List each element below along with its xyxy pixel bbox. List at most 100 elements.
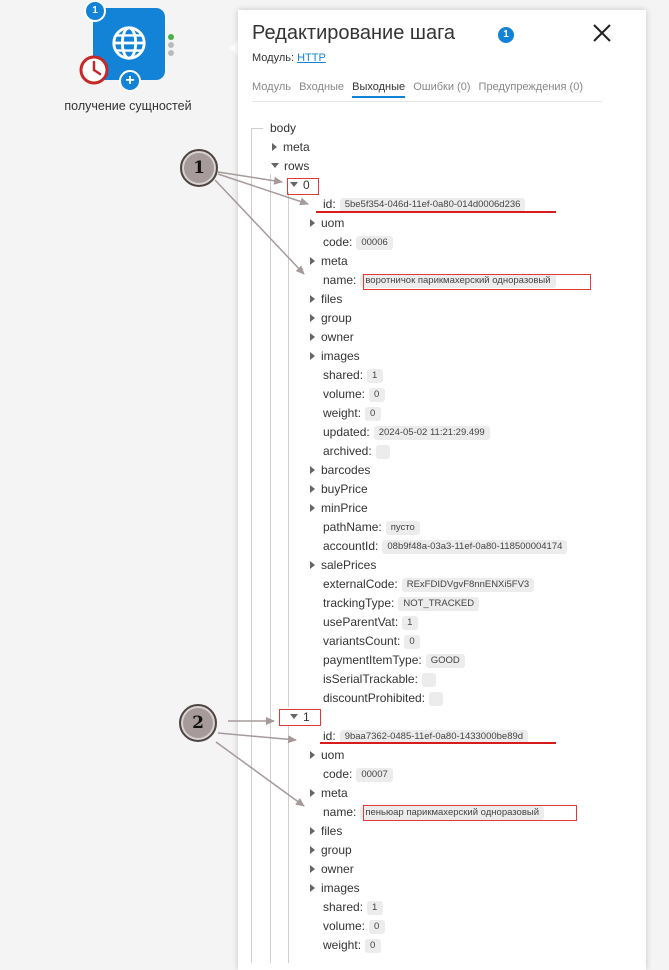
collapse-arrow-icon[interactable] <box>271 163 279 169</box>
tree-field[interactable]: group <box>310 841 352 859</box>
tree-field[interactable]: uom <box>310 746 344 764</box>
tree-field: volume: 0 <box>323 385 386 403</box>
field-key: buyPrice <box>321 482 368 496</box>
tree-node-rows[interactable]: rows <box>271 157 309 175</box>
field-key: updated: <box>323 425 370 439</box>
tab-warnings[interactable]: Предупреждения (0) <box>479 81 583 96</box>
tree-field: shared: 1 <box>323 898 384 916</box>
expand-arrow-icon[interactable] <box>310 465 315 474</box>
field-key: weight: <box>323 406 362 420</box>
field-key: name: <box>323 805 357 819</box>
tree-field[interactable]: uom <box>310 214 344 232</box>
tree-field: code: 00006 <box>323 233 393 251</box>
node-counter-badge: 1 <box>84 0 106 22</box>
tree-field: updated: 2024-05-02 11:21:29.499 <box>323 423 490 441</box>
expand-arrow-icon[interactable] <box>310 560 315 569</box>
field-key: id: <box>323 729 336 743</box>
tree-guide-top <box>251 128 263 129</box>
expand-arrow-icon[interactable] <box>272 142 277 151</box>
field-key: salePrices <box>321 558 377 572</box>
field-key: accountId: <box>323 539 379 553</box>
expand-arrow-icon[interactable] <box>310 883 315 892</box>
close-icon[interactable] <box>591 22 613 44</box>
tree-field[interactable]: owner <box>310 860 354 878</box>
expand-arrow-icon[interactable] <box>310 750 315 759</box>
field-value: 0 <box>369 919 386 934</box>
expand-arrow-icon[interactable] <box>310 218 315 227</box>
field-key: id: <box>323 197 336 211</box>
field-value: 0 <box>404 634 421 649</box>
tree-field[interactable]: files <box>310 822 342 840</box>
module-link[interactable]: HTTP <box>297 52 326 64</box>
field-key: useParentVat: <box>323 615 399 629</box>
tree-node-body: body <box>270 121 297 135</box>
tree-field[interactable]: minPrice <box>310 499 368 517</box>
field-key: meta <box>321 254 348 268</box>
field-value <box>429 691 444 706</box>
expand-arrow-icon[interactable] <box>310 503 315 512</box>
tab-input[interactable]: Входные <box>299 81 344 96</box>
field-key: images <box>321 881 360 895</box>
expand-arrow-icon[interactable] <box>310 332 315 341</box>
tree-field[interactable]: meta <box>310 784 348 802</box>
tree-field[interactable]: buyPrice <box>310 480 368 498</box>
tree-field[interactable]: owner <box>310 328 354 346</box>
field-key: name: <box>323 273 357 287</box>
tree-field[interactable]: files <box>310 290 342 308</box>
field-key: volume: <box>323 919 366 933</box>
tree-field: trackingType: NOT_TRACKED <box>323 594 480 612</box>
tree-field: archived: <box>323 442 390 460</box>
field-key: owner <box>321 862 354 876</box>
field-value: NOT_TRACKED <box>398 596 480 611</box>
tree-field[interactable]: meta <box>310 252 348 270</box>
field-key: uom <box>321 748 345 762</box>
tree-node-meta[interactable]: meta <box>272 138 310 156</box>
underline-id-1 <box>320 742 556 744</box>
tree-field: weight: 0 <box>323 404 382 422</box>
tab-output[interactable]: Выходные <box>352 81 406 98</box>
field-value: 1 <box>367 900 384 915</box>
add-module-button[interactable]: + <box>119 70 141 92</box>
expand-arrow-icon[interactable] <box>310 351 315 360</box>
expand-arrow-icon[interactable] <box>310 484 315 493</box>
field-key: variantsCount: <box>323 634 401 648</box>
node-label: получение сущностей <box>64 99 192 113</box>
tree-field: externalCode: RExFDIDVgvF8nnENXi5FV3 <box>323 575 535 593</box>
tabs-divider <box>252 101 602 102</box>
tree-field: weight: 0 <box>323 936 382 954</box>
field-key: code: <box>323 767 353 781</box>
tree-field[interactable]: group <box>310 309 352 327</box>
tree-field: accountId: 08b9f48a-03a3-11ef-0a80-118500… <box>323 537 568 555</box>
field-key: files <box>321 292 343 306</box>
field-value: 1 <box>402 615 419 630</box>
tree-field: volume: 0 <box>323 917 386 935</box>
field-key: weight: <box>323 938 362 952</box>
tree-field[interactable]: images <box>310 347 360 365</box>
tab-module[interactable]: Модуль <box>252 81 291 96</box>
field-value: 2024-05-02 11:21:29.499 <box>373 425 490 440</box>
expand-arrow-icon[interactable] <box>310 864 315 873</box>
field-key: barcodes <box>321 463 371 477</box>
field-key: uom <box>321 216 345 230</box>
expand-arrow-icon[interactable] <box>310 313 315 322</box>
tree-field[interactable]: images <box>310 879 360 897</box>
expand-arrow-icon[interactable] <box>310 256 315 265</box>
tree-field[interactable]: barcodes <box>310 461 370 479</box>
field-key: archived: <box>323 444 372 458</box>
field-value: 00007 <box>356 767 393 782</box>
expand-arrow-icon[interactable] <box>310 845 315 854</box>
tree-field: variantsCount: 0 <box>323 632 421 650</box>
field-value: 00006 <box>356 235 393 250</box>
expand-arrow-icon[interactable] <box>310 788 315 797</box>
tab-errors[interactable]: Ошибки (0) <box>413 81 470 96</box>
tree-field[interactable]: salePrices <box>310 556 376 574</box>
node-connector-dots[interactable] <box>168 34 174 58</box>
expand-arrow-icon[interactable] <box>310 294 315 303</box>
field-value: 08b9f48a-03a3-11ef-0a80-118500004174 <box>382 539 568 554</box>
field-value: GOOD <box>425 653 465 668</box>
clock-icon[interactable] <box>78 54 110 86</box>
field-key: shared: <box>323 900 364 914</box>
expand-arrow-icon[interactable] <box>310 826 315 835</box>
underline-id-0 <box>316 211 556 213</box>
field-key: images <box>321 349 360 363</box>
